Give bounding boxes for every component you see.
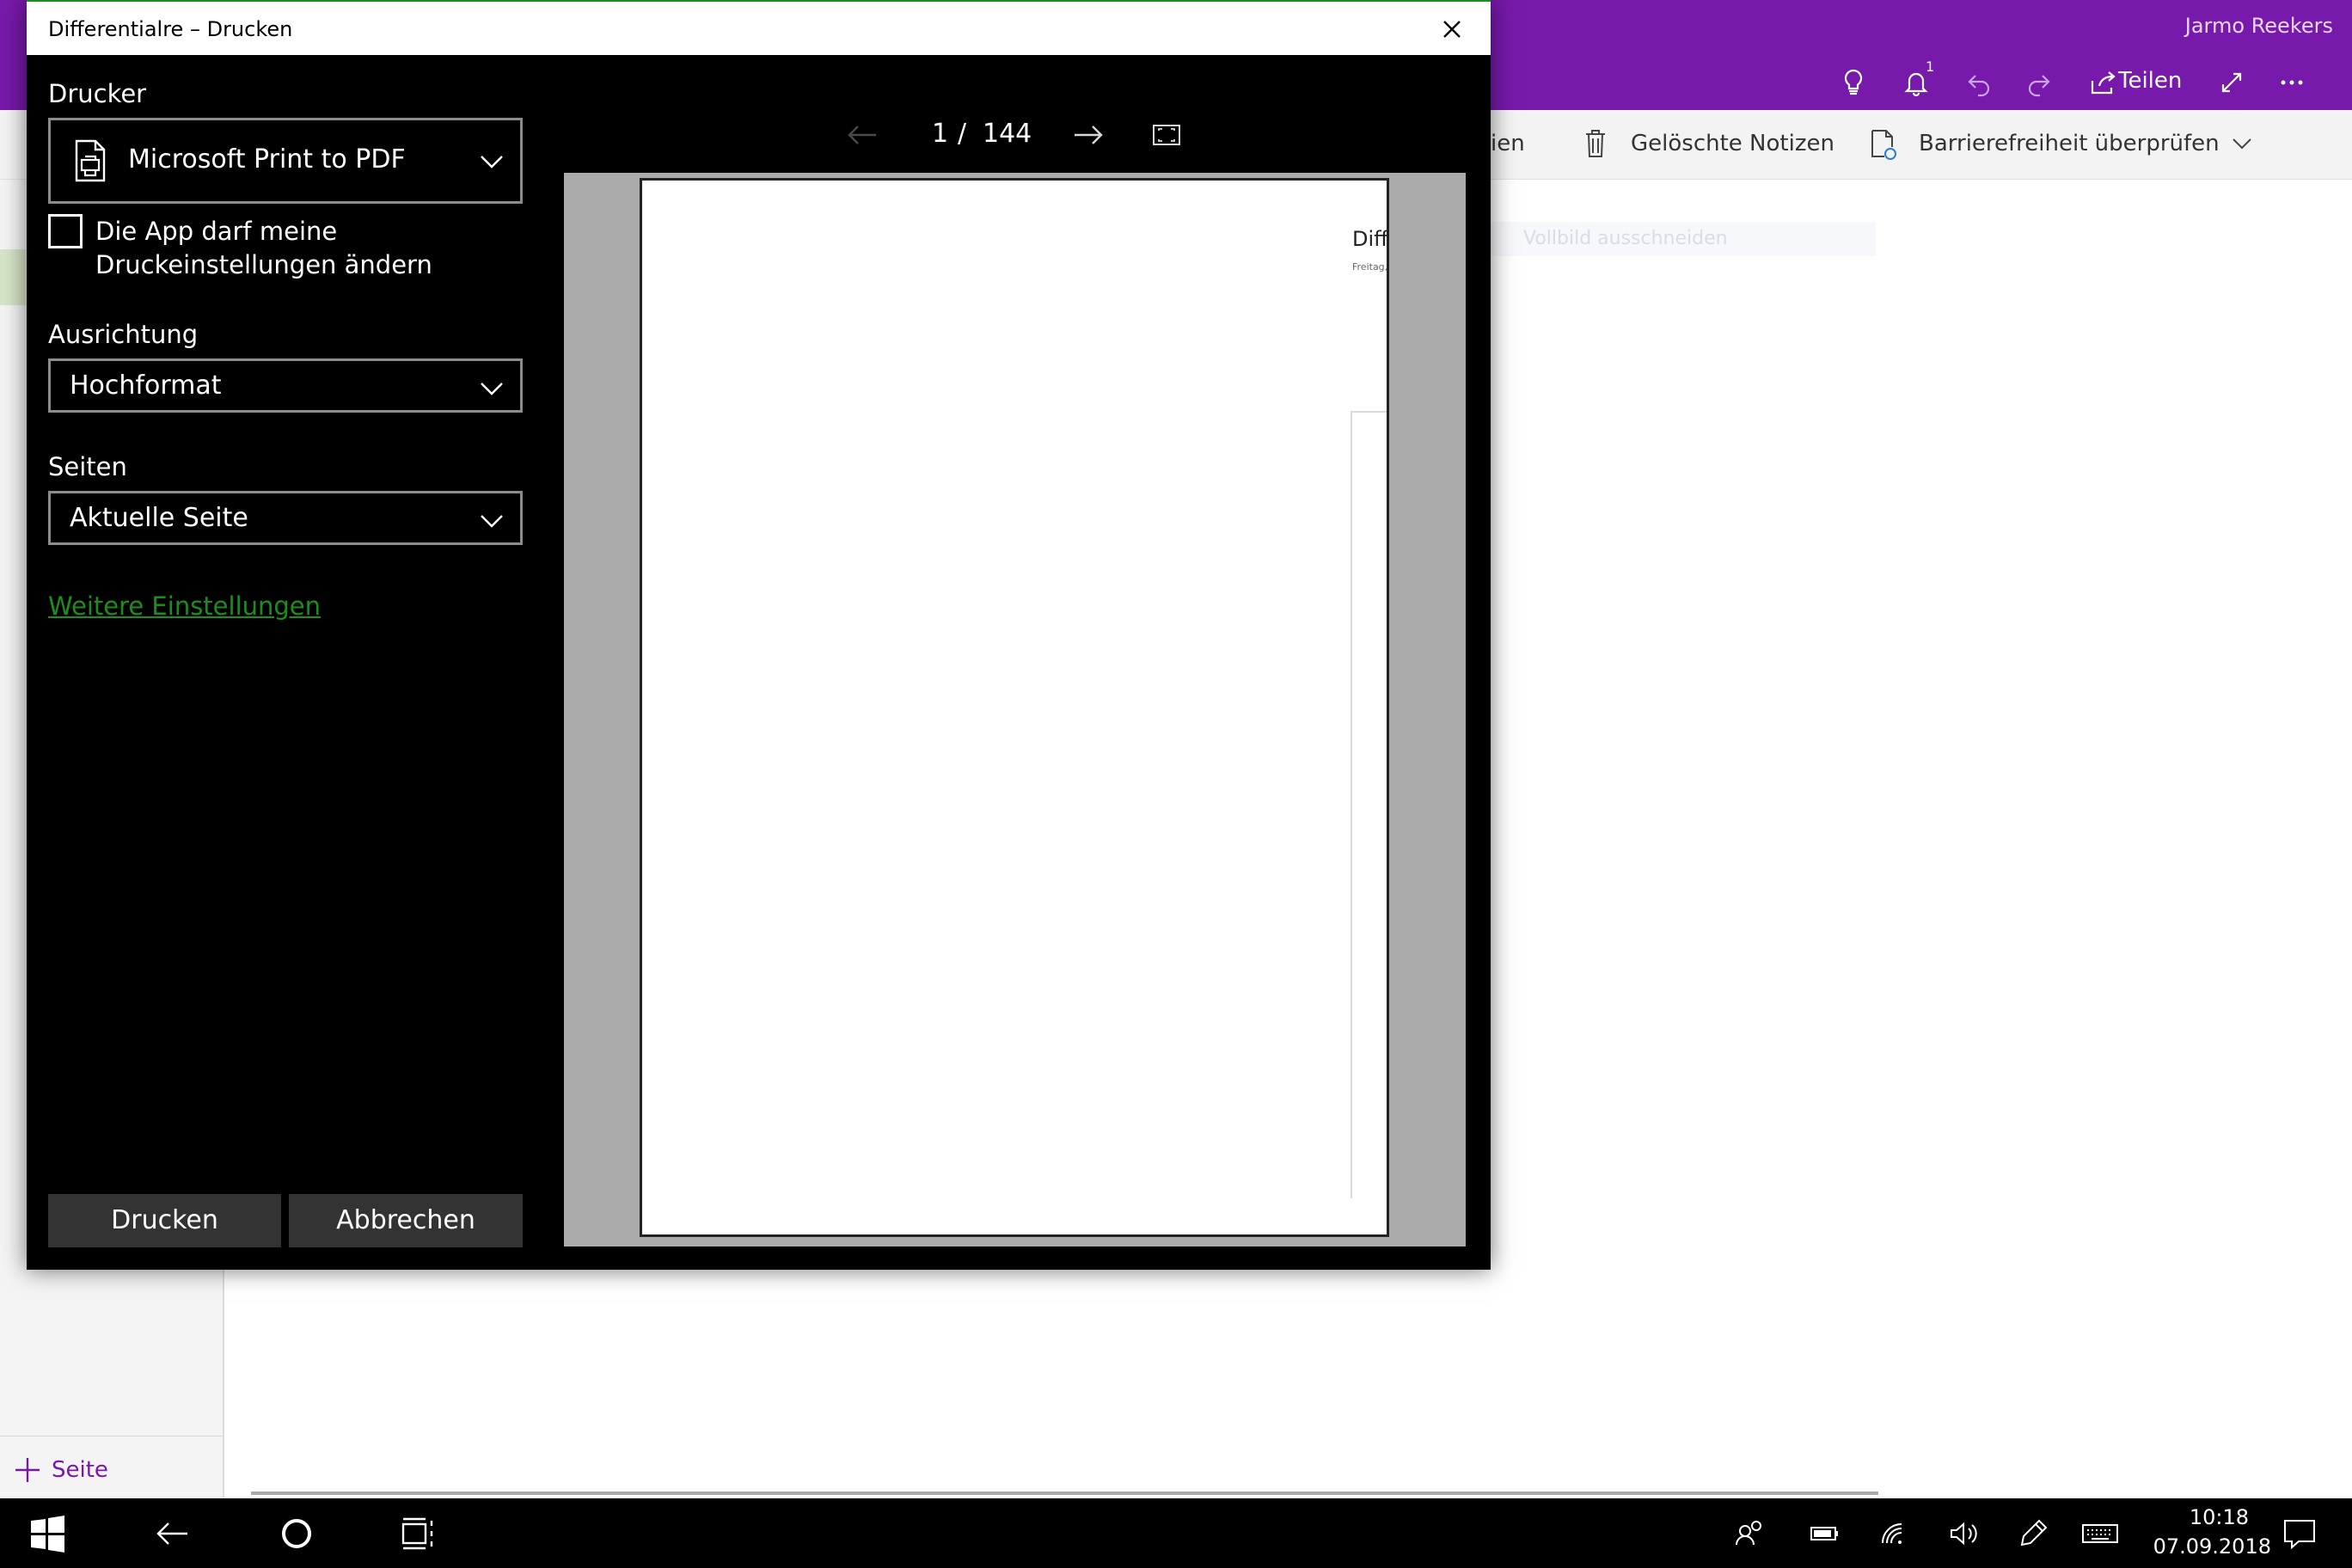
keyboard-icon[interactable] <box>2080 1514 2120 1553</box>
action-center-icon[interactable] <box>2280 1514 2319 1553</box>
more-settings-link[interactable]: Weitere Einstellungen <box>48 591 321 621</box>
fit-page-icon[interactable] <box>1152 123 1181 147</box>
preview-container-border <box>1351 411 1352 1198</box>
previous-page-icon[interactable] <box>845 122 879 148</box>
cancel-button[interactable]: Abbrechen <box>289 1194 523 1247</box>
pen-icon[interactable] <box>2013 1514 2053 1553</box>
expand-icon[interactable] <box>2209 60 2254 105</box>
undo-icon[interactable] <box>1957 60 2001 105</box>
preview-page-title: Diff <box>1352 227 1388 251</box>
plus-icon <box>15 1458 40 1482</box>
chevron-down-icon <box>479 512 505 530</box>
pages-label: Seiten <box>48 452 127 481</box>
printer-dropdown[interactable]: Microsoft Print to PDF <box>48 118 523 204</box>
canvas-hint: Vollbild ausschneiden <box>1487 222 1876 256</box>
taskbar: 10:18 07.09.2018 <box>0 1498 2352 1568</box>
orientation-dropdown[interactable]: Hochformat <box>48 358 523 413</box>
ribbon-partial-label[interactable]: ien <box>1491 131 1525 156</box>
printer-value: Microsoft Print to PDF <box>128 144 406 175</box>
windows-start-icon[interactable] <box>28 1514 67 1553</box>
lightbulb-icon[interactable] <box>1831 60 1876 105</box>
selected-page-indicator[interactable] <box>0 249 26 305</box>
orientation-value: Hochformat <box>70 371 222 401</box>
clock-time[interactable]: 10:18 <box>2190 1505 2249 1529</box>
redo-icon[interactable] <box>2017 60 2061 105</box>
print-preview-area: Diff Freitag, <box>564 173 1466 1246</box>
pages-dropdown[interactable]: Aktuelle Seite <box>48 491 523 545</box>
task-view-icon[interactable] <box>399 1514 438 1553</box>
dialog-title: Differentialre – Drucken <box>48 17 293 41</box>
trash-icon[interactable] <box>1577 124 1614 163</box>
dialog-titlebar: Differentialre – Drucken <box>27 0 1491 55</box>
accessibility-check-button[interactable]: Barrierefreiheit überprüfen <box>1919 131 2220 156</box>
preview-page: Diff Freitag, <box>640 178 1389 1237</box>
app-settings-checkbox-label[interactable]: Die App darf meine Druckeinstellungen än… <box>95 215 542 282</box>
battery-icon[interactable] <box>1805 1514 1845 1553</box>
preview-container-border <box>1351 411 1387 413</box>
wifi-icon[interactable] <box>1876 1514 1915 1553</box>
more-options-icon[interactable] <box>2269 60 2314 105</box>
people-icon[interactable] <box>1730 1514 1769 1553</box>
close-icon[interactable] <box>1436 14 1467 45</box>
print-button[interactable]: Drucken <box>48 1194 281 1247</box>
preview-page-date: Freitag, <box>1352 261 1388 273</box>
next-page-icon[interactable] <box>1071 122 1106 148</box>
chevron-down-icon[interactable] <box>2223 124 2261 163</box>
user-name[interactable]: Jarmo Reekers <box>2185 14 2333 38</box>
add-page-button[interactable]: Seite <box>12 1453 108 1487</box>
page-separator: / <box>958 119 967 149</box>
accessibility-check-icon[interactable] <box>1864 124 1902 163</box>
print-dialog: Differentialre – Drucken Drucker Microso… <box>27 0 1491 1270</box>
chevron-down-icon <box>479 380 505 397</box>
volume-icon[interactable] <box>1945 1514 1984 1553</box>
printer-icon <box>70 138 111 184</box>
clock-date[interactable]: 07.09.2018 <box>2153 1534 2271 1559</box>
notification-badge: 1 <box>1926 58 1935 75</box>
total-pages: 144 <box>983 119 1032 149</box>
back-arrow-icon[interactable] <box>153 1514 193 1553</box>
orientation-label: Ausrichtung <box>48 320 199 349</box>
add-page-label: Seite <box>52 1457 108 1483</box>
share-button[interactable]: Teilen <box>2118 68 2182 94</box>
app-settings-checkbox[interactable] <box>48 214 83 248</box>
horizontal-scrollbar[interactable] <box>251 1491 1878 1495</box>
current-page-number: 1 <box>932 119 949 149</box>
chevron-down-icon <box>479 153 505 170</box>
deleted-notes-button[interactable]: Gelöschte Notizen <box>1631 131 1834 156</box>
cortana-icon[interactable] <box>277 1514 316 1553</box>
pages-value: Aktuelle Seite <box>70 503 248 533</box>
printer-label: Drucker <box>48 79 147 108</box>
